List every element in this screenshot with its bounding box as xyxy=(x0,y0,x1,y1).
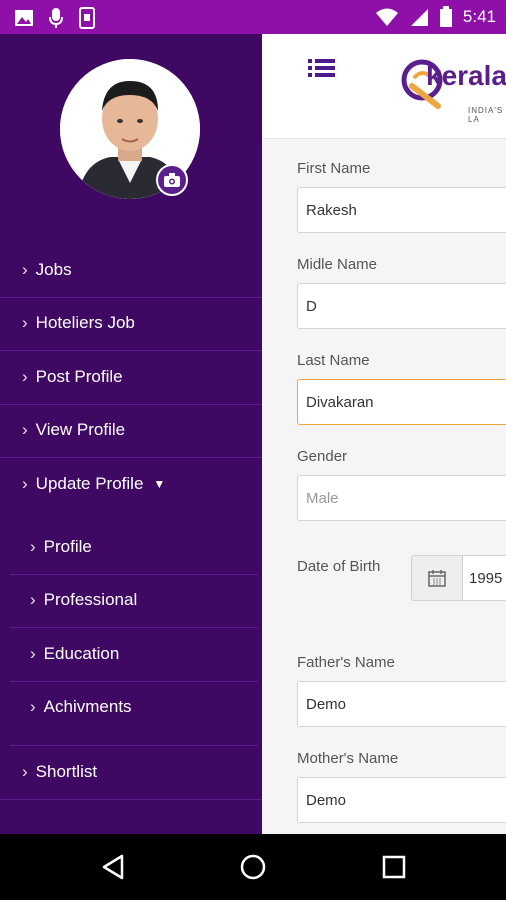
drawer-item-label: Hoteliers Job xyxy=(35,313,135,332)
mother-name-input[interactable]: Demo xyxy=(297,777,506,823)
navigation-drawer: › Jobs › Hoteliers Job › Post Profile › … xyxy=(0,34,262,834)
wifi-icon xyxy=(375,8,398,26)
drawer-item-shortlist[interactable]: › Shortlist xyxy=(22,762,97,782)
first-name-label: First Name xyxy=(297,160,371,177)
home-icon[interactable] xyxy=(238,852,268,882)
drawer-subitem-label: Profile xyxy=(43,537,92,556)
divider xyxy=(0,799,262,800)
middle-name-field: Midle Name D xyxy=(297,256,506,329)
chevron-right-icon: › xyxy=(22,420,28,439)
change-photo-button[interactable] xyxy=(156,164,188,196)
menu-list-icon[interactable] xyxy=(308,56,336,80)
dob-label: Date of Birth xyxy=(297,558,381,575)
drawer-item-view-profile[interactable]: › View Profile xyxy=(22,420,125,440)
father-name-input[interactable]: Demo xyxy=(297,681,506,727)
father-name-label: Father's Name xyxy=(297,654,395,671)
gender-value: Male xyxy=(306,490,339,507)
drawer-subitem-profile[interactable]: › Profile xyxy=(30,537,92,557)
chevron-right-icon: › xyxy=(22,474,28,493)
status-time: 5:41 xyxy=(462,7,496,26)
calendar-icon xyxy=(428,570,446,587)
gender-field: Gender Male xyxy=(297,448,506,521)
middle-name-label: Midle Name xyxy=(297,256,378,273)
logo-tagline: INDIA'S LA xyxy=(468,106,504,124)
father-name-value: Demo xyxy=(306,696,347,713)
middle-name-input[interactable]: D xyxy=(297,283,506,329)
status-bar: 5:41 xyxy=(0,0,506,34)
signal-icon xyxy=(410,9,428,26)
mother-name-label: Mother's Name xyxy=(297,750,399,767)
first-name-field: First Name Rakesh xyxy=(297,160,506,233)
app-logo: kerala INDIA'S LA xyxy=(398,48,506,124)
divider xyxy=(0,404,262,405)
chevron-right-icon: › xyxy=(22,260,28,279)
mother-name-value: Demo xyxy=(306,792,347,809)
chevron-right-icon: › xyxy=(30,644,36,663)
divider xyxy=(0,457,262,458)
middle-name-value: D xyxy=(306,298,317,315)
divider xyxy=(10,574,258,575)
father-name-field: Father's Name Demo xyxy=(297,654,506,727)
last-name-field: Last Name Divakaran xyxy=(297,352,506,425)
divider xyxy=(0,350,262,351)
camera-icon xyxy=(164,173,180,187)
last-name-input[interactable]: Divakaran xyxy=(297,379,506,425)
system-navigation-bar xyxy=(0,834,506,900)
gender-select[interactable]: Male xyxy=(297,475,506,521)
drawer-subitem-label: Education xyxy=(43,644,120,663)
drawer-item-update-profile[interactable]: › Update Profile ▼ xyxy=(22,474,165,494)
drawer-item-label: Post Profile xyxy=(35,367,123,386)
divider xyxy=(10,745,258,746)
gender-label: Gender xyxy=(297,448,348,465)
drawer-subitem-education[interactable]: › Education xyxy=(30,644,119,664)
last-name-value: Divakaran xyxy=(306,394,374,411)
drawer-subitem-label: Professional xyxy=(43,590,138,609)
chevron-right-icon: › xyxy=(30,537,36,556)
dob-field: Date of Birth xyxy=(297,558,380,575)
drawer-subitem-label: Achivments xyxy=(43,697,132,716)
back-icon[interactable] xyxy=(98,852,128,882)
divider xyxy=(10,681,258,682)
drawer-item-label: Shortlist xyxy=(35,762,98,781)
divider xyxy=(10,627,258,628)
drawer-item-post-profile[interactable]: › Post Profile xyxy=(22,367,123,387)
dob-value: 1995 xyxy=(469,570,503,587)
phone-device-icon xyxy=(79,7,95,29)
dob-input[interactable]: 1995 xyxy=(463,555,506,601)
drawer-item-label: Update Profile xyxy=(35,474,144,493)
caret-down-icon: ▼ xyxy=(153,477,166,491)
chevron-right-icon: › xyxy=(30,590,36,609)
image-icon xyxy=(15,10,33,26)
chevron-right-icon: › xyxy=(30,697,36,716)
drawer-item-jobs[interactable]: › Jobs xyxy=(22,260,72,280)
last-name-label: Last Name xyxy=(297,352,370,369)
chevron-right-icon: › xyxy=(22,762,28,781)
mother-name-field: Mother's Name Demo xyxy=(297,750,506,823)
drawer-item-hoteliers-job[interactable]: › Hoteliers Job xyxy=(22,313,135,333)
drawer-subitem-achivments[interactable]: › Achivments xyxy=(30,697,132,717)
recents-icon[interactable] xyxy=(379,852,409,882)
drawer-item-label: View Profile xyxy=(35,420,126,439)
divider xyxy=(0,297,262,298)
drawer-subitem-professional[interactable]: › Professional xyxy=(30,590,137,610)
chevron-right-icon: › xyxy=(22,367,28,386)
mic-icon xyxy=(49,8,63,28)
logo-text: kerala xyxy=(426,60,506,91)
app-bar: kerala INDIA'S LA xyxy=(262,34,506,139)
chevron-right-icon: › xyxy=(22,313,28,332)
battery-icon xyxy=(439,6,452,27)
first-name-input[interactable]: Rakesh xyxy=(297,187,506,233)
calendar-button[interactable] xyxy=(411,555,463,601)
first-name-value: Rakesh xyxy=(306,202,357,219)
main-content: kerala INDIA'S LA First Name Rakesh Midl… xyxy=(262,34,506,834)
drawer-item-label: Jobs xyxy=(35,260,72,279)
